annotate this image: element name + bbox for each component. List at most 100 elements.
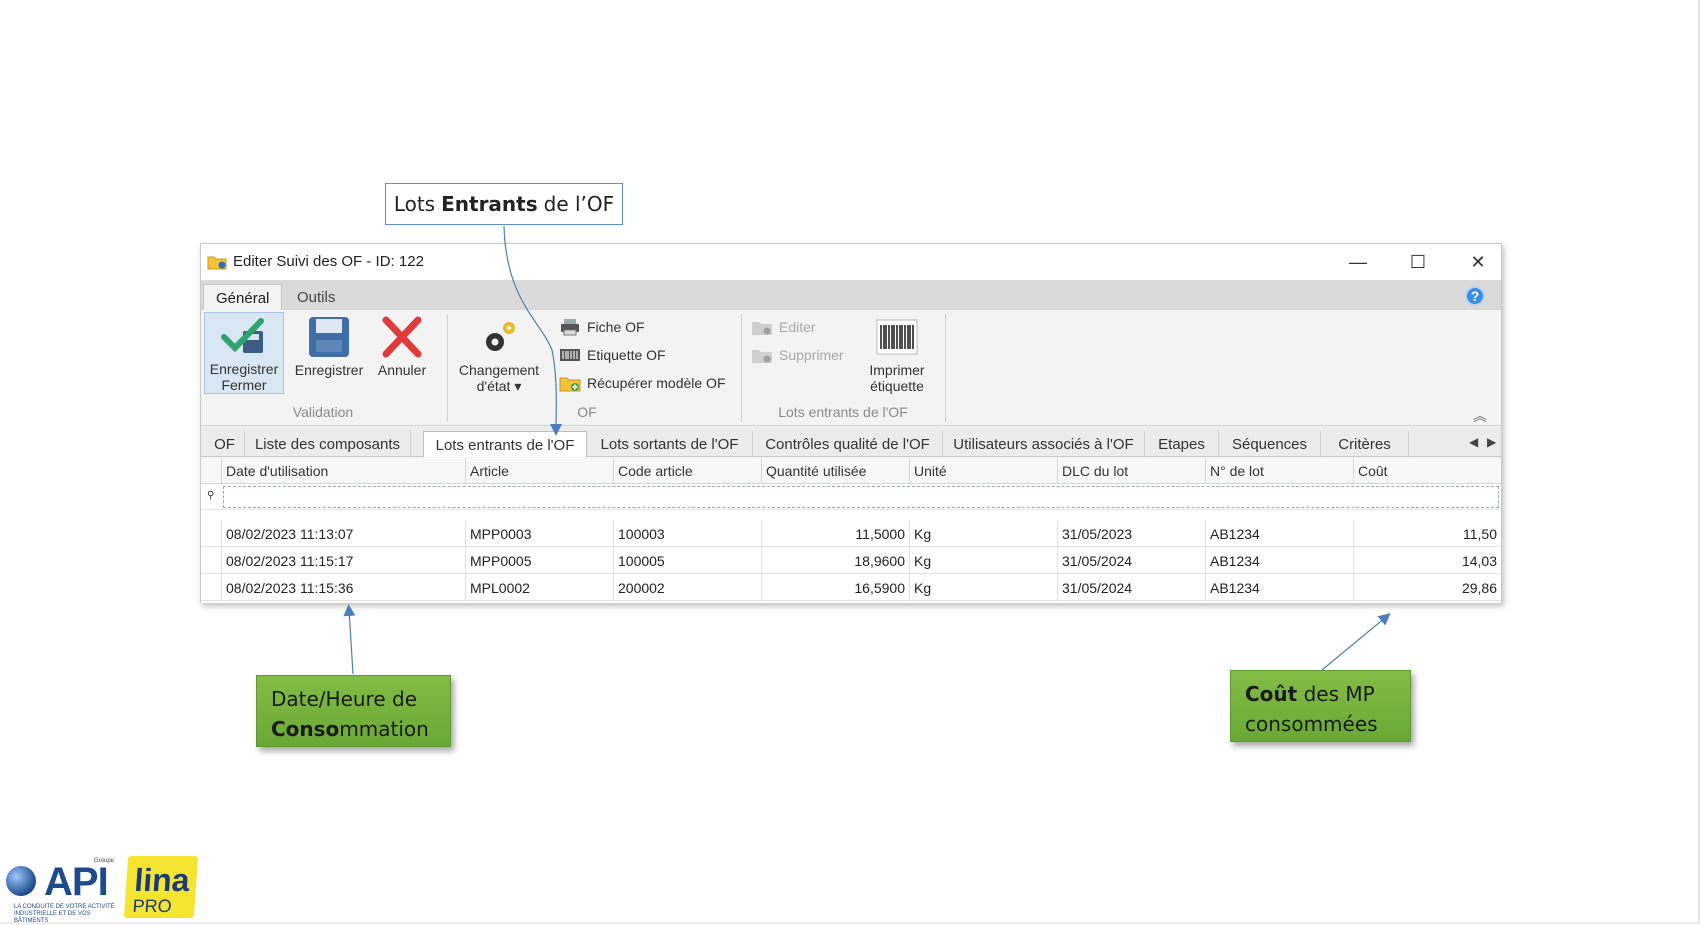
callout-lots-entrants: Lots Entrants de l’OF (385, 183, 623, 225)
cell-cout: 11,50 (1353, 520, 1501, 547)
filter-row: ⚲ (201, 484, 1501, 510)
printer-icon (561, 319, 579, 336)
api-globe-icon (6, 866, 36, 896)
cell-code-article: 100003 (613, 520, 761, 547)
delete-lot-button[interactable]: Supprimer (751, 344, 844, 366)
table-row[interactable]: 08/02/2023 11:13:07 MPP0003 100003 11,50… (201, 520, 1501, 547)
change-state-button[interactable]: Changement d'état ▾ (451, 312, 547, 394)
column-header-num-lot[interactable]: N° de lot (1205, 458, 1353, 484)
tab-scroll-right-icon[interactable]: ▶ (1487, 435, 1496, 449)
column-header-date[interactable]: Date d'utilisation (221, 458, 465, 484)
cell-num-lot: AB1234 (1205, 547, 1353, 574)
group-separator (945, 314, 946, 422)
cell-num-lot: AB1234 (1205, 574, 1353, 601)
filter-pin-icon: ⚲ (207, 490, 215, 501)
column-header-article[interactable]: Article (465, 458, 613, 484)
cell-unite: Kg (909, 520, 1057, 547)
maximize-button[interactable]: ☐ (1395, 248, 1441, 276)
tab-liste-composants[interactable]: Liste des composants (245, 431, 411, 457)
save-close-button[interactable]: Enregistrer Fermer (204, 312, 284, 394)
cell-quantite: 16,5900 (761, 574, 909, 601)
edit-of-window: Editer Suivi des OF - ID: 122 — ☐ ✕ Géné… (200, 243, 1502, 603)
cell-dlc: 31/05/2024 (1057, 574, 1205, 601)
callout-left-bold: Conso (271, 717, 340, 741)
collapse-ribbon-icon[interactable]: ︽ (1473, 406, 1487, 426)
column-header-cout[interactable]: Coût (1353, 458, 1501, 484)
tab-controles-qualite[interactable]: Contrôles qualité de l'OF (753, 431, 943, 457)
cell-article: MPP0003 (465, 520, 613, 547)
lina-logo-text: lina (133, 862, 191, 898)
grid-header: Date d'utilisation Article Code article … (201, 458, 1501, 484)
print-label-label-2: étiquette (870, 378, 924, 394)
filter-input[interactable] (223, 486, 1499, 508)
etiquette-of-button[interactable]: Etiquette OF (559, 344, 666, 366)
gears-icon (486, 322, 515, 351)
table-row[interactable]: 08/02/2023 11:15:36 MPL0002 200002 16,59… (201, 574, 1501, 601)
tab-utilisateurs-associes[interactable]: Utilisateurs associés à l'OF (943, 431, 1145, 457)
column-header-code-article[interactable]: Code article (613, 458, 761, 484)
cell-code-article: 200002 (613, 574, 761, 601)
group-separator (447, 314, 448, 422)
column-header-unite[interactable]: Unité (909, 458, 1057, 484)
table-row[interactable]: 08/02/2023 11:15:17 MPP0005 100005 18,96… (201, 547, 1501, 574)
cell-cout: 14,03 (1353, 547, 1501, 574)
api-logo: Groupe API LA CONDUITE DE VOTRE ACTIVITÉ… (6, 858, 118, 924)
cell-num-lot: AB1234 (1205, 520, 1353, 547)
ribbon-tab-general[interactable]: Général (203, 284, 283, 310)
folder-edit-icon (207, 256, 227, 270)
tab-scroll-left-icon[interactable]: ◀ (1469, 435, 1478, 449)
cell-quantite: 11,5000 (761, 520, 909, 547)
edit-lot-button[interactable]: Editer (751, 316, 816, 338)
lina-pro-text: PRO (131, 896, 173, 916)
ribbon-tab-bar: Général Outils ? (201, 280, 1501, 310)
lina-pro-logo: lina PRO (123, 856, 199, 918)
cell-dlc: 31/05/2023 (1057, 520, 1205, 547)
tab-lots-entrants[interactable]: Lots entrants de l'OF (423, 431, 587, 457)
ribbon-tab-outils[interactable]: Outils (285, 284, 347, 310)
cell-quantite: 18,9600 (761, 547, 909, 574)
callout-right-line1-rest: des MP (1303, 682, 1375, 706)
close-button[interactable]: ✕ (1455, 248, 1501, 276)
fiche-of-button[interactable]: Fiche OF (559, 316, 645, 338)
cancel-button[interactable]: Annuler (371, 312, 433, 378)
group-label-validation: Validation (292, 404, 354, 420)
arrow-left (343, 604, 356, 675)
column-header-quantite[interactable]: Quantité utilisée (761, 458, 909, 484)
tab-sequences[interactable]: Séquences (1219, 431, 1321, 457)
group-separator (741, 314, 742, 422)
column-header-dlc[interactable]: DLC du lot (1057, 458, 1205, 484)
group-label-of: OF (577, 404, 597, 420)
folder-add-icon (559, 377, 581, 392)
edit-lot-label: Editer (779, 319, 816, 335)
tab-of[interactable]: OF (205, 431, 245, 457)
tab-lots-sortants[interactable]: Lots sortants de l'OF (587, 431, 753, 457)
callout-date-heure: Date/Heure de Consommation (256, 675, 451, 747)
callout-right-line1: Coût des MP (1245, 679, 1396, 709)
callout-top-bold: Entrants (441, 192, 538, 216)
print-label-label-1: Imprimer (869, 362, 925, 378)
fiche-of-label: Fiche OF (587, 319, 645, 335)
print-label-button[interactable]: Imprimer étiquette (859, 312, 935, 394)
callout-left-line2: Consommation (271, 714, 436, 744)
minimize-button[interactable]: — (1335, 248, 1381, 276)
save-label: Enregistrer (294, 362, 364, 378)
cell-article: MPL0002 (465, 574, 613, 601)
cancel-label: Annuler (377, 362, 427, 378)
callout-right-line2: consommées (1245, 712, 1378, 736)
dropdown-caret-icon: ▾ (514, 378, 522, 394)
cell-date: 08/02/2023 11:13:07 (221, 520, 465, 547)
save-close-label-2: Fermer (221, 377, 267, 393)
recuperer-modele-button[interactable]: Récupérer modèle OF (559, 372, 726, 394)
barcode-printer-icon (560, 349, 580, 361)
barcode-icon (876, 319, 918, 355)
tab-criteres[interactable]: Critères (1321, 431, 1409, 457)
callout-left-line1: Date/Heure de (271, 687, 418, 711)
cell-cout: 29,86 (1353, 574, 1501, 601)
tab-etapes[interactable]: Etapes (1145, 431, 1219, 457)
recuperer-modele-label: Récupérer modèle OF (587, 375, 726, 391)
help-icon[interactable]: ? (1465, 286, 1485, 306)
callout-top-part2: de l’OF (543, 192, 615, 216)
save-button[interactable]: Enregistrer (291, 312, 367, 378)
floppy-disk-icon (309, 317, 349, 357)
delete-lot-label: Supprimer (779, 347, 844, 363)
